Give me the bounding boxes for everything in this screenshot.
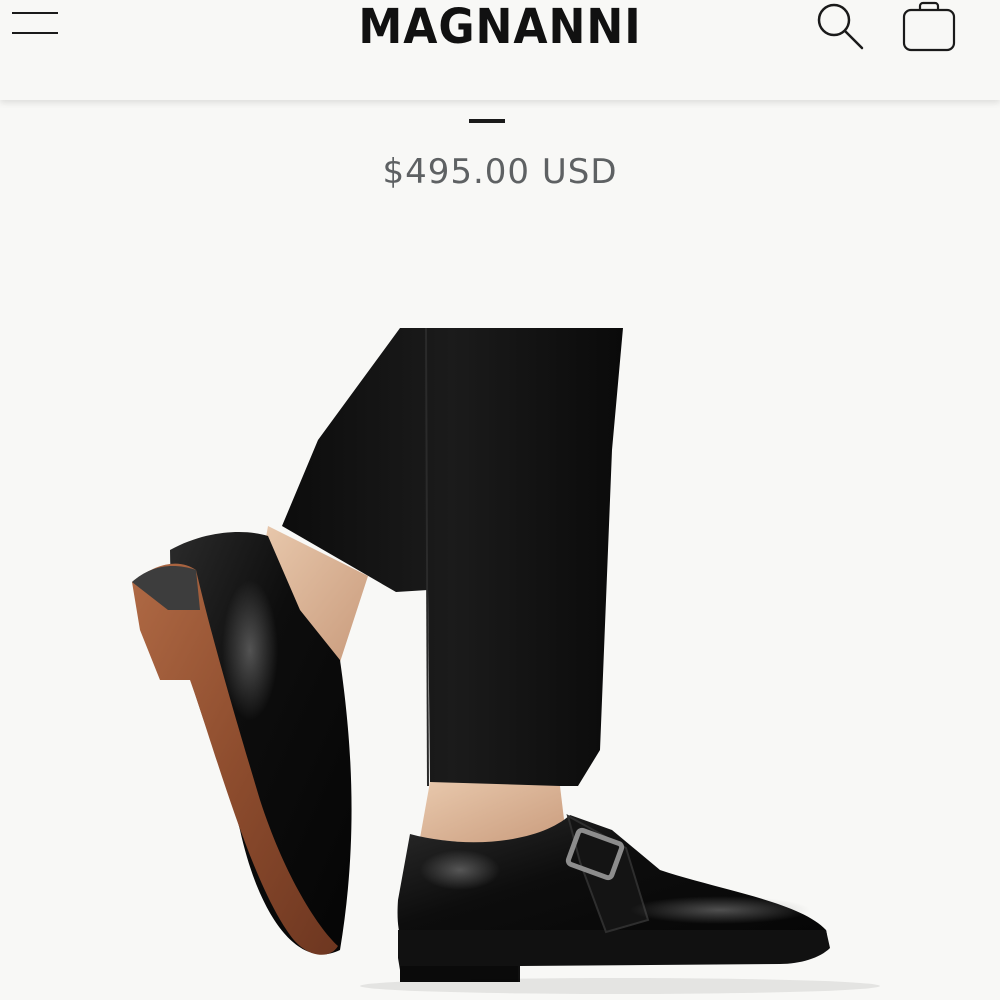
- search-icon: [817, 3, 864, 50]
- shopping-bag-icon: [902, 1, 956, 52]
- title-divider: [469, 119, 505, 123]
- product-image[interactable]: [0, 230, 1000, 1000]
- search-button[interactable]: [810, 0, 868, 54]
- product-page: MAGNANNI $495.00 USD: [0, 0, 1000, 1000]
- cart-button[interactable]: [898, 0, 960, 56]
- site-header: MAGNANNI: [0, 0, 1000, 100]
- product-price: $495.00 USD: [382, 152, 618, 192]
- shoe-photo: [132, 327, 880, 994]
